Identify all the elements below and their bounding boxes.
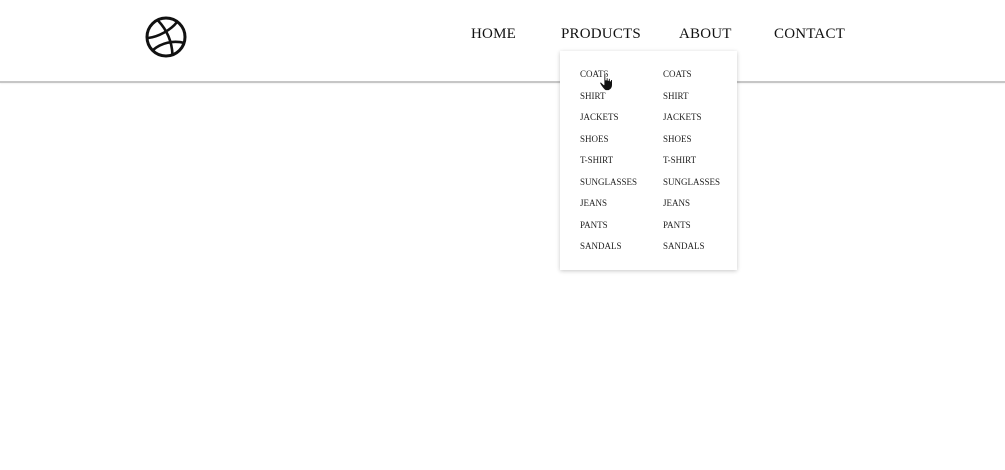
- nav-about[interactable]: ABOUT: [679, 26, 732, 43]
- main-nav: HOME PRODUCTS ABOUT CONTACT: [0, 26, 1005, 46]
- dropdown-item-coats[interactable]: COATS: [663, 68, 743, 90]
- dropdown-item-sandals[interactable]: SANDALS: [663, 240, 743, 262]
- dropdown-column-2: COATS SHIRT JACKETS SHOES T-SHIRT SUNGLA…: [663, 68, 743, 262]
- dropdown-item-pants[interactable]: PANTS: [580, 219, 660, 241]
- hand-pointer-cursor-icon: [599, 72, 617, 92]
- dropdown-item-shirt[interactable]: SHIRT: [580, 90, 660, 112]
- dropdown-item-jackets[interactable]: JACKETS: [663, 111, 743, 133]
- nav-home[interactable]: HOME: [471, 26, 516, 43]
- dropdown-item-sunglasses[interactable]: SUNGLASSES: [580, 176, 660, 198]
- dropdown-item-jeans[interactable]: JEANS: [580, 197, 660, 219]
- dropdown-item-coats[interactable]: COATS: [580, 68, 660, 90]
- dropdown-item-pants[interactable]: PANTS: [663, 219, 743, 241]
- dropdown-item-sandals[interactable]: SANDALS: [580, 240, 660, 262]
- dropdown-item-shirt[interactable]: SHIRT: [663, 90, 743, 112]
- dropdown-item-sunglasses[interactable]: SUNGLASSES: [663, 176, 743, 198]
- site-header: HOME PRODUCTS ABOUT CONTACT: [0, 0, 1005, 83]
- dropdown-item-jackets[interactable]: JACKETS: [580, 111, 660, 133]
- dropdown-item-t-shirt[interactable]: T-SHIRT: [663, 154, 743, 176]
- products-dropdown-menu: COATS SHIRT JACKETS SHOES T-SHIRT SUNGLA…: [560, 51, 737, 270]
- dropdown-item-jeans[interactable]: JEANS: [663, 197, 743, 219]
- nav-contact[interactable]: CONTACT: [774, 26, 845, 43]
- dropdown-column-1: COATS SHIRT JACKETS SHOES T-SHIRT SUNGLA…: [580, 68, 660, 262]
- dropdown-item-t-shirt[interactable]: T-SHIRT: [580, 154, 660, 176]
- nav-products[interactable]: PRODUCTS: [561, 26, 641, 43]
- dropdown-item-shoes[interactable]: SHOES: [663, 133, 743, 155]
- dropdown-item-shoes[interactable]: SHOES: [580, 133, 660, 155]
